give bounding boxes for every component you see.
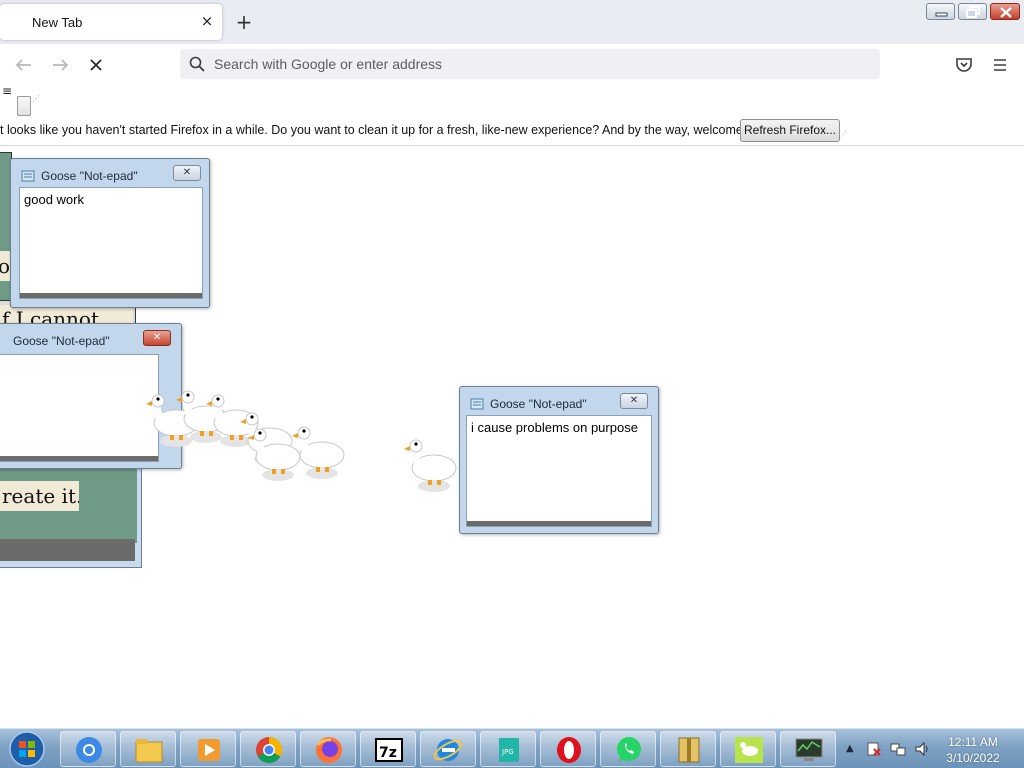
goose-window-title: Goose "Not-epad": [13, 334, 110, 348]
bookmark-item[interactable]: [17, 96, 31, 116]
media-player-icon: [198, 739, 220, 761]
network-icon[interactable]: [890, 741, 906, 757]
goose-window-title: Goose "Not-epad": [41, 169, 138, 183]
notepad-icon: [21, 170, 35, 182]
meme-status-bar: [0, 539, 135, 561]
taskbar-task-manager[interactable]: [780, 731, 836, 767]
taskbar-chrome[interactable]: [240, 731, 296, 767]
window-close-button[interactable]: [990, 3, 1020, 20]
close-icon: [1000, 7, 1012, 18]
internet-explorer-icon: [433, 739, 463, 761]
system-clock[interactable]: 12:11 AM 3/10/2022: [940, 734, 1006, 766]
goose-single[interactable]: [400, 432, 464, 498]
tab-close-icon[interactable]: ×: [198, 12, 216, 30]
goose-note-body[interactable]: good work: [19, 187, 203, 299]
minimize-icon: [935, 12, 948, 17]
goose-note-text: i cause problems on purpose: [471, 420, 638, 435]
meme-window-bottom[interactable]: reate it.: [0, 460, 142, 568]
goose-window-title: Goose "Not-epad": [490, 397, 587, 411]
chrome-blue-icon: [76, 737, 102, 763]
search-icon: [189, 56, 205, 72]
sidebar-toggle-icon[interactable]: ≡: [2, 85, 12, 97]
goose-window-close-button[interactable]: ✕: [173, 165, 201, 181]
svg-text:7z: 7z: [379, 745, 397, 761]
goose-flock[interactable]: [140, 385, 350, 495]
new-tab-button[interactable]: +: [232, 10, 256, 34]
stop-loading-icon[interactable]: [83, 52, 109, 78]
goose-app-icon: [735, 737, 763, 763]
action-center-icon[interactable]: [866, 741, 882, 757]
firefox-icon: [316, 737, 342, 763]
goose-note-body[interactable]: i cause problems on purpose: [466, 415, 652, 527]
clock-time: 12:11 AM: [948, 735, 998, 749]
taskbar-chrome-blue[interactable]: [60, 731, 116, 767]
volume-icon[interactable]: [914, 741, 930, 757]
taskbar: 7z JPG ▲ 12:11 AM 3/10/2022: [0, 728, 1024, 768]
meme-caption-3: reate it.: [0, 481, 79, 511]
taskbar-archiver[interactable]: [660, 731, 716, 767]
back-arrow-icon[interactable]: [11, 52, 37, 78]
taskbar-whatsapp[interactable]: [600, 731, 656, 767]
goose-note-body[interactable]: [0, 354, 159, 462]
folder-icon: [135, 739, 163, 763]
menu-hamburger-icon[interactable]: [989, 54, 1011, 76]
start-orb-icon[interactable]: [4, 730, 50, 768]
goose-note-text: good work: [24, 192, 84, 207]
whatsapp-icon: [617, 737, 641, 762]
goose-window-close-button[interactable]: ✕: [620, 393, 648, 409]
tab-title: New Tab: [32, 15, 83, 30]
goose-notepad-window[interactable]: Goose "Not-epad" ✕ i cause problems on p…: [459, 386, 659, 534]
chrome-icon: [256, 736, 283, 764]
taskbar-internet-explorer[interactable]: [420, 731, 476, 767]
opera-icon: [557, 737, 581, 763]
taskbar-jpeg-viewer[interactable]: JPG: [480, 731, 536, 767]
taskbar-goose-app[interactable]: [720, 731, 776, 767]
notification-resize-grip-icon: ⋰: [840, 130, 847, 138]
goose-icon: [292, 427, 344, 479]
goose-icon: [404, 440, 456, 492]
refresh-firefox-button[interactable]: Refresh Firefox...: [740, 119, 840, 142]
bookmark-overflow-icon: ⋰: [32, 94, 40, 103]
notepad-icon: [470, 398, 484, 410]
goose-note-status-bar: [0, 456, 158, 461]
tray-expand-icon[interactable]: ▲: [846, 743, 854, 754]
notification-message: t looks like you haven't started Firefox…: [0, 123, 777, 137]
taskbar-opera[interactable]: [540, 731, 596, 767]
monitor-icon: [795, 738, 823, 761]
clock-date: 3/10/2022: [946, 751, 1000, 765]
7zip-icon: 7z: [375, 738, 403, 762]
pocket-icon[interactable]: [953, 54, 975, 76]
goose-window-close-button[interactable]: ✕: [143, 330, 171, 346]
bookmarks-toolbar: [0, 86, 1024, 116]
image-viewer-icon: JPG: [499, 738, 519, 762]
goose-note-status-bar: [20, 293, 202, 298]
goose-notepad-window[interactable]: Goose "Not-epad" ✕ good work: [10, 158, 210, 308]
tab-new-tab[interactable]: New Tab ×: [0, 4, 222, 40]
goose-note-status-bar: [467, 521, 651, 526]
archive-icon: [678, 737, 700, 763]
address-placeholder: Search with Google or enter address: [214, 56, 443, 72]
minimize-button[interactable]: [926, 3, 955, 20]
restore-button[interactable]: [958, 3, 987, 20]
taskbar-7zip[interactable]: 7z: [360, 731, 416, 767]
forward-arrow-icon[interactable]: [47, 52, 73, 78]
taskbar-firefox[interactable]: [300, 731, 356, 767]
restore-icon: [966, 6, 980, 18]
address-bar[interactable]: Search with Google or enter address: [180, 49, 880, 79]
refresh-notification-bar: t looks like you haven't started Firefox…: [0, 118, 1024, 146]
svg-text:JPG: JPG: [501, 748, 514, 756]
taskbar-media-player[interactable]: [180, 731, 236, 767]
tab-strip: New Tab × +: [0, 0, 1024, 44]
taskbar-file-explorer[interactable]: [120, 731, 176, 767]
